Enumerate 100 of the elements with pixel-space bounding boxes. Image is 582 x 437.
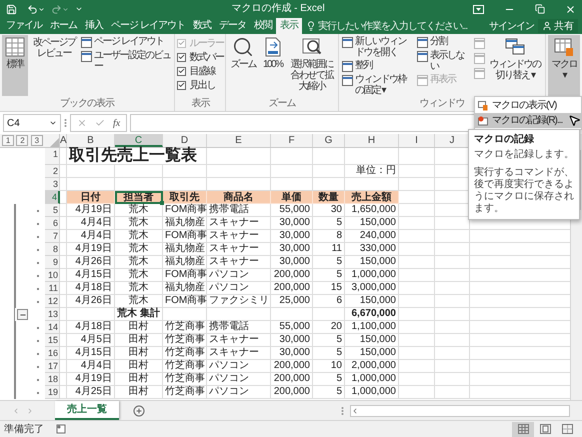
ribbon-button[interactable]: ウィンドウ枠の固定 ▾: [340, 74, 414, 96]
column-header[interactable]: D: [163, 134, 207, 147]
row-header[interactable]: 8: [45, 243, 60, 256]
row-header[interactable]: 19: [45, 386, 60, 399]
ribbon-button[interactable]: ウィンドウの切り替え ▾: [487, 35, 543, 96]
table-cell: 8: [313, 230, 345, 243]
checkbox[interactable]: 目盛線: [177, 64, 224, 78]
table-cell: 4月15日: [67, 269, 115, 282]
ribbon-tab[interactable]: ページ レイアウト: [107, 18, 189, 34]
table-cell: FOM商事: [163, 269, 207, 282]
ribbon-button[interactable]: 100%: [260, 35, 286, 96]
table-cell: 20: [313, 321, 345, 334]
table-cell: パソコン: [207, 373, 271, 386]
ribbon-button[interactable]: ページ レイアウト: [80, 36, 172, 48]
table-cell: 30,000: [271, 230, 313, 243]
table-cell: 30,000: [271, 243, 313, 256]
row-header[interactable]: 13: [45, 308, 60, 321]
table-cell: 200,000: [271, 386, 313, 399]
table-cell: 1,100,000: [345, 321, 399, 334]
ribbon-button[interactable]: ズーム: [228, 35, 258, 96]
column-header[interactable]: F: [271, 134, 313, 147]
ribbon-tab[interactable]: 表示: [276, 18, 302, 34]
row-header[interactable]: 7: [45, 230, 60, 243]
table-cell: 200,000: [271, 373, 313, 386]
outline-level-button[interactable]: 2: [16, 135, 28, 146]
menu-item[interactable]: マクロの記録(R)...: [475, 113, 581, 128]
tooltip-text: マクロを記録します。: [474, 149, 574, 161]
insert-function-button[interactable]: fx: [113, 116, 120, 130]
row-header[interactable]: 14: [45, 321, 60, 334]
row-header[interactable]: 9: [45, 256, 60, 269]
table-cell: スキャナー: [207, 230, 271, 243]
ribbon-tab[interactable]: ファイル: [2, 18, 46, 34]
ribbon-button[interactable]: 分割: [416, 36, 472, 48]
column-header[interactable]: I: [399, 134, 435, 147]
ribbon-tab[interactable]: 挿入: [81, 18, 107, 34]
table-cell: 荒木: [115, 204, 163, 217]
ribbon-button[interactable]: マクロ ▾: [548, 35, 580, 96]
table-cell: 荒木: [115, 269, 163, 282]
header-cell: 日付: [67, 191, 115, 204]
table-cell: 240,000: [345, 230, 399, 243]
ribbon-button[interactable]: 選択範囲に合わせて拡大/縮小: [288, 35, 336, 96]
ribbon-tab[interactable]: データ: [214, 18, 250, 34]
column-header[interactable]: C: [115, 134, 163, 147]
row-header[interactable]: 18: [45, 373, 60, 386]
ribbon-button[interactable]: 標準: [2, 35, 28, 96]
table-cell: スキャナー: [207, 243, 271, 256]
ribbon-button[interactable]: ユーザー設定のビュー: [80, 50, 172, 72]
table-cell: 4月4日: [67, 217, 115, 230]
table-cell: 30,000: [271, 217, 313, 230]
ribbon-tab[interactable]: 数式: [188, 18, 215, 34]
ribbon-tab[interactable]: 校閲: [250, 18, 276, 34]
sign-in-link[interactable]: サインイン: [485, 18, 538, 34]
menu-item[interactable]: マクロの表示(V): [475, 98, 581, 113]
column-header[interactable]: E: [207, 134, 271, 147]
row-header[interactable]: 11: [45, 282, 60, 295]
checkbox[interactable]: 数式バー: [177, 50, 224, 64]
row-header[interactable]: 5: [45, 204, 60, 217]
ribbon-button[interactable]: 新しいウィンドウを開く: [340, 36, 414, 58]
ribbon-button[interactable]: 整列: [340, 60, 414, 72]
table-cell: 11: [313, 243, 345, 256]
row-header[interactable]: 15: [45, 334, 60, 347]
row-header[interactable]: 2: [45, 165, 60, 178]
row-header[interactable]: 17: [45, 360, 60, 373]
table-cell: 330,000: [345, 243, 399, 256]
column-header[interactable]: H: [345, 134, 399, 147]
header-cell: 売上金額: [345, 191, 399, 204]
column-header[interactable]: G: [313, 134, 345, 147]
row-header[interactable]: 4: [45, 191, 60, 204]
table-cell: 田村: [115, 347, 163, 360]
row-header[interactable]: 1: [45, 148, 60, 165]
table-cell: 2,000,000: [345, 360, 399, 373]
header-cell: 単価: [271, 191, 313, 204]
column-header[interactable]: A: [60, 134, 67, 147]
outline-level-button[interactable]: 1: [2, 135, 14, 146]
table-cell: 15: [313, 282, 345, 295]
row-header[interactable]: 12: [45, 295, 60, 308]
row-header[interactable]: 3: [45, 178, 60, 191]
table-cell: 3,000,000: [345, 282, 399, 295]
checkbox[interactable]: 見出し: [177, 78, 224, 92]
share-button[interactable]: 共有: [538, 19, 578, 33]
table-cell: スキャナー: [207, 217, 271, 230]
table-cell: 荒木: [115, 295, 163, 308]
ribbon-button[interactable]: 表示しない: [416, 50, 472, 72]
ribbon-tab[interactable]: ホーム: [46, 18, 81, 34]
table-cell: 4月4日: [67, 230, 115, 243]
ribbon-button[interactable]: 改ページプレビュー: [30, 35, 78, 96]
table-cell: 200,000: [271, 360, 313, 373]
name-box[interactable]: C4: [3, 114, 61, 132]
table-cell: 1,000,000: [345, 386, 399, 399]
sheet-tab[interactable]: 売上一覧: [55, 401, 119, 420]
table-cell: 5: [313, 256, 345, 269]
window-title: マクロの作成 - Excel: [231, 3, 325, 15]
outline-level-button[interactable]: 3: [30, 135, 43, 146]
table-cell: 30,000: [271, 334, 313, 347]
row-header[interactable]: 16: [45, 347, 60, 360]
table-cell: 4月25日: [67, 386, 115, 399]
table-cell: 1,000,000: [345, 269, 399, 282]
tell-me-field[interactable]: 実行したい作業を入力してください...: [306, 18, 485, 34]
row-header[interactable]: 10: [45, 269, 60, 282]
row-header[interactable]: 6: [45, 217, 60, 230]
